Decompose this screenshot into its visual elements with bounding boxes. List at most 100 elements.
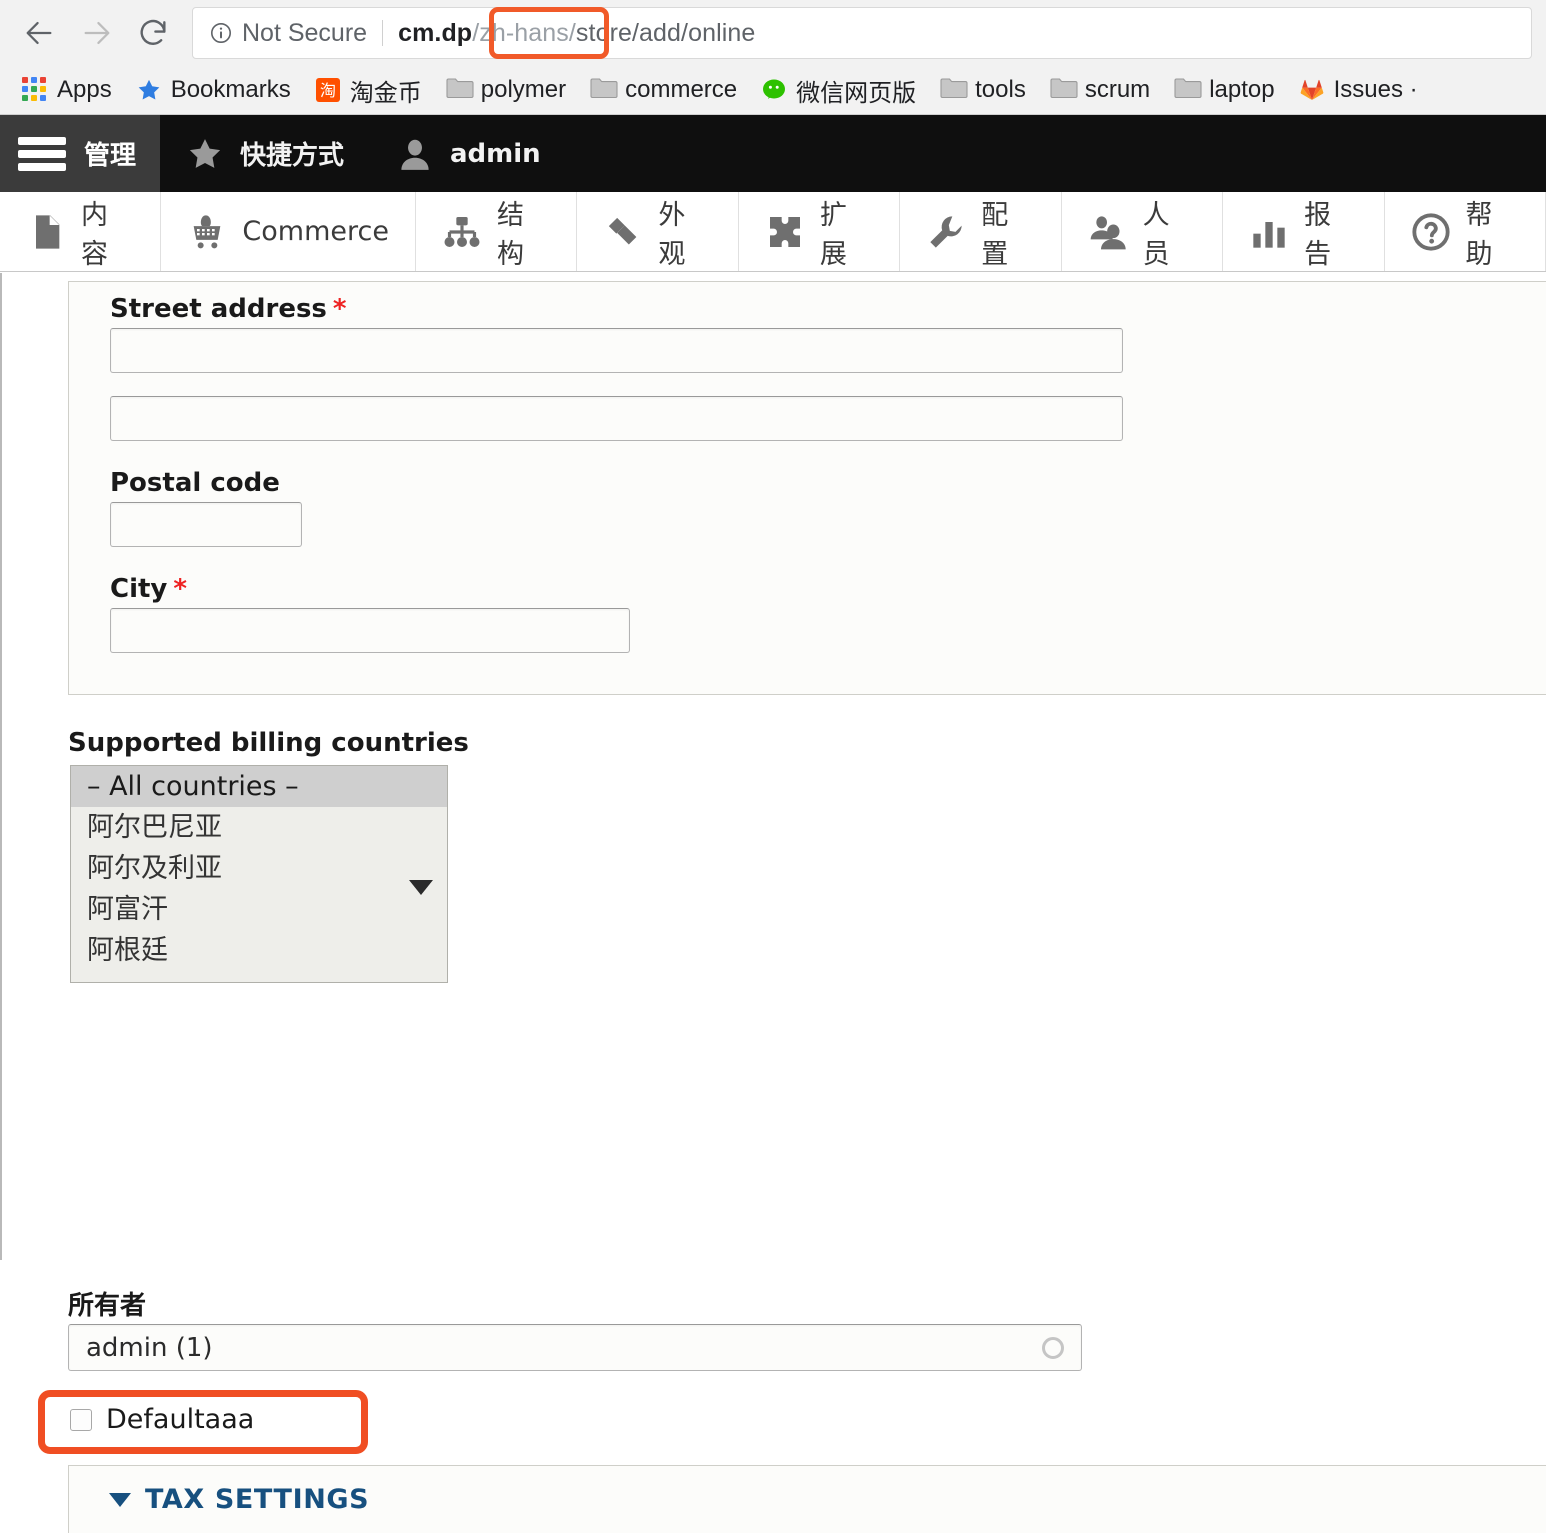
menu-item-label: Commerce xyxy=(242,216,389,247)
bookmark-laptop[interactable]: laptop xyxy=(1174,72,1275,108)
triangle-down-icon[interactable] xyxy=(109,1492,131,1507)
drupal-admin-toolbar: 管理 快捷方式 admin xyxy=(0,115,1546,192)
forward-button[interactable] xyxy=(72,8,122,58)
listbox-option[interactable]: 阿根廷 xyxy=(71,930,447,971)
listbox-option[interactable]: 阿尔及利亚 xyxy=(71,848,447,889)
menu-item-extend[interactable]: 扩展 xyxy=(739,192,901,271)
browser-nav-bar: Not Secure cm.dp/zh-hans/store/add/onlin… xyxy=(0,0,1546,66)
address-bar[interactable]: Not Secure cm.dp/zh-hans/store/add/onlin… xyxy=(192,7,1532,59)
structure-icon xyxy=(444,216,480,247)
tax-settings-details: TAX SETTINGS xyxy=(68,1465,1546,1533)
user-icon xyxy=(401,139,429,170)
bookmark-wechat[interactable]: 微信网页版 xyxy=(761,72,916,108)
menu-item-help[interactable]: 帮助 xyxy=(1385,192,1546,271)
bar-chart-icon xyxy=(1253,221,1285,248)
puzzle-icon xyxy=(769,216,800,247)
menu-item-label: 报告 xyxy=(1304,199,1332,270)
drupal-admin-menu: 内容 Commerce 结构 外观 扩展 配置 人员 报告 帮助 xyxy=(0,192,1546,272)
listbox-option[interactable]: 阿富汗 xyxy=(71,889,447,930)
street-address-input-2[interactable] xyxy=(110,396,1123,441)
address-fieldset: Street address * Postal code City * xyxy=(68,281,1546,695)
bookmark-label: Apps xyxy=(57,76,112,103)
tax-settings-label: TAX SETTINGS xyxy=(145,1484,370,1515)
arrow-right-icon xyxy=(84,21,110,45)
bookmark-label: commerce xyxy=(625,76,738,103)
tax-settings-summary[interactable]: TAX SETTINGS xyxy=(109,1484,369,1515)
menu-item-label: 外观 xyxy=(658,199,686,270)
menu-item-content[interactable]: 内容 xyxy=(0,192,162,271)
browser-chrome: Not Secure cm.dp/zh-hans/store/add/onlin… xyxy=(0,0,1546,115)
wrench-icon xyxy=(930,215,962,248)
bookmark-apps[interactable]: Apps xyxy=(22,72,112,108)
bookmark-label: polymer xyxy=(480,76,567,103)
security-status[interactable]: Not Secure xyxy=(193,8,367,58)
street-address-input-1[interactable] xyxy=(110,328,1123,373)
menu-item-reports[interactable]: 报告 xyxy=(1223,192,1385,271)
menu-item-label: 内容 xyxy=(81,199,108,270)
menu-item-appearance[interactable]: 外观 xyxy=(577,192,739,271)
reload-button[interactable] xyxy=(128,8,178,58)
bookmark-label: laptop xyxy=(1209,76,1275,103)
owner-value: admin (1) xyxy=(86,1332,213,1363)
default-checkbox-label[interactable]: Defaultaaa xyxy=(106,1404,254,1435)
circle-throbber-icon xyxy=(1042,1337,1064,1359)
question-circle-icon xyxy=(1411,212,1450,251)
bookmark-label: 微信网页版 xyxy=(796,79,917,107)
url-locale-segment: /zh-hans/ xyxy=(472,18,576,47)
arrow-left-icon xyxy=(26,21,52,45)
url-path: store/add/online xyxy=(575,18,756,47)
toolbar-user-label: admin xyxy=(450,138,541,169)
paintbrush-icon xyxy=(609,217,637,244)
bookmark-taojinbi[interactable]: 淘 淘金币 xyxy=(315,72,422,108)
menu-item-label: 配置 xyxy=(981,199,1009,270)
default-checkbox-row[interactable]: Defaultaaa xyxy=(70,1404,254,1435)
gitlab-icon xyxy=(1299,77,1325,103)
back-button[interactable] xyxy=(14,8,64,58)
folder-icon xyxy=(446,77,474,103)
bookmark-commerce[interactable]: commerce xyxy=(590,72,737,108)
street-address-label-text: Street address xyxy=(110,294,327,324)
taobao-favicon: 淘 xyxy=(315,77,341,103)
required-marker: * xyxy=(173,574,187,604)
star-icon xyxy=(136,77,162,103)
required-marker: * xyxy=(332,294,347,324)
bookmark-label: Bookmarks xyxy=(170,76,291,103)
listbox-option-all-countries[interactable]: – All countries – xyxy=(71,766,447,807)
billing-countries-label: Supported billing countries xyxy=(68,728,469,758)
bookmark-scrum[interactable]: scrum xyxy=(1050,72,1150,108)
folder-icon xyxy=(590,77,618,103)
toolbar-shortcuts-tab[interactable]: 快捷方式 xyxy=(160,115,370,192)
city-input[interactable] xyxy=(110,608,630,653)
url-host: cm.dp xyxy=(398,18,473,47)
menu-item-commerce[interactable]: Commerce xyxy=(161,192,416,271)
bookmark-label: tools xyxy=(975,76,1026,103)
bookmark-issues[interactable]: Issues · xyxy=(1299,72,1418,108)
toolbar-user-tab[interactable]: admin xyxy=(370,115,567,192)
default-checkbox[interactable] xyxy=(70,1408,92,1431)
menu-item-structure[interactable]: 结构 xyxy=(416,192,578,271)
menu-item-people[interactable]: 人员 xyxy=(1062,192,1224,271)
hamburger-icon xyxy=(18,136,66,171)
street-address-label: Street address * xyxy=(110,294,347,324)
menu-item-label: 人员 xyxy=(1142,199,1170,270)
listbox-option-partial[interactable] xyxy=(71,971,447,982)
url-text[interactable]: cm.dp/zh-hans/store/add/online xyxy=(398,19,755,48)
owner-autocomplete-field[interactable]: admin (1) xyxy=(68,1324,1082,1371)
menu-item-label: 帮助 xyxy=(1465,199,1493,270)
svg-text:淘: 淘 xyxy=(320,81,336,100)
bookmark-label: scrum xyxy=(1084,76,1151,103)
bookmark-polymer[interactable]: polymer xyxy=(446,72,566,108)
bookmark-bookmarks[interactable]: Bookmarks xyxy=(136,72,291,108)
bookmark-tools[interactable]: tools xyxy=(940,72,1026,108)
menu-item-label: 扩展 xyxy=(819,199,847,270)
postal-code-input[interactable] xyxy=(110,502,302,547)
triangle-down-icon[interactable] xyxy=(409,880,433,895)
toolbar-manage-button[interactable]: 管理 xyxy=(0,115,160,192)
listbox-option[interactable]: 阿尔巴尼亚 xyxy=(71,807,447,848)
apps-grid-icon xyxy=(22,77,48,103)
menu-item-configuration[interactable]: 配置 xyxy=(900,192,1062,271)
wechat-icon xyxy=(761,77,787,103)
folder-icon xyxy=(1174,77,1202,103)
owner-label: 所有者 xyxy=(68,1291,147,1321)
billing-countries-listbox[interactable]: – All countries – 阿尔巴尼亚 阿尔及利亚 阿富汗 阿根廷 xyxy=(70,765,448,983)
